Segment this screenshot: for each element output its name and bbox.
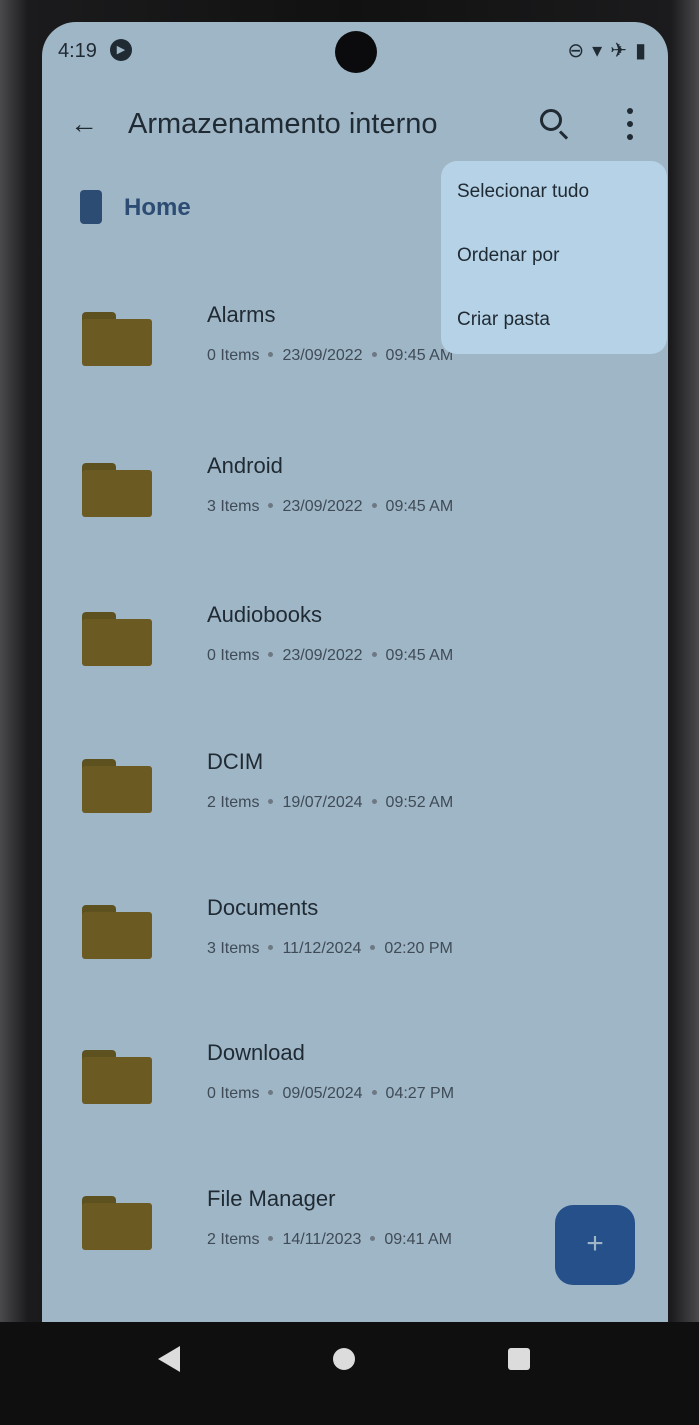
airplane-icon: ✈ — [610, 40, 635, 62]
phone-frame: 4:19 ▶ ⊖▾✈▮ ← Armazenamento interno Home… — [0, 0, 699, 1425]
more-vert-icon[interactable] — [620, 104, 640, 144]
list-item[interactable]: Android 3 Items 23/09/2022 09:45 AM — [42, 433, 668, 563]
file-date: 11/12/2024 — [282, 940, 362, 957]
file-name: Android — [207, 453, 283, 478]
nav-home-icon[interactable] — [333, 1348, 355, 1370]
file-name: Audiobooks — [207, 602, 322, 627]
file-count: 3 Items — [207, 940, 260, 957]
screen: 4:19 ▶ ⊖▾✈▮ ← Armazenamento interno Home… — [42, 22, 668, 1322]
file-date: 14/11/2023 — [282, 1231, 362, 1248]
status-icons: ⊖▾✈▮ — [567, 38, 654, 63]
file-date: 23/09/2022 — [282, 498, 363, 515]
list-item[interactable]: Download 0 Items 09/05/2024 04:27 PM — [42, 1020, 668, 1150]
file-time: 02:20 PM — [384, 940, 453, 957]
status-time: 4:19 — [58, 40, 97, 62]
folder-icon — [82, 759, 152, 813]
menu-item-sort-by[interactable]: Ordenar por — [457, 245, 559, 267]
nav-back-icon[interactable] — [158, 1344, 182, 1374]
file-time: 09:45 AM — [385, 347, 454, 364]
file-name: Alarms — [207, 302, 276, 327]
file-meta: 0 Items 23/09/2022 09:45 AM — [207, 347, 453, 365]
file-count: 0 Items — [207, 1085, 260, 1102]
file-meta: 0 Items 23/09/2022 09:45 AM — [207, 647, 453, 665]
folder-icon — [82, 612, 152, 666]
file-name: Documents — [207, 895, 319, 920]
file-meta: 3 Items 23/09/2022 09:45 AM — [207, 498, 453, 516]
file-time: 09:45 AM — [385, 647, 454, 664]
app-bar: ← Armazenamento interno — [42, 92, 668, 162]
file-meta: 2 Items 14/11/2023 09:41 AM — [207, 1231, 452, 1249]
nav-recents-icon[interactable] — [508, 1348, 530, 1370]
file-date: 23/09/2022 — [282, 647, 363, 664]
file-count: 2 Items — [207, 1231, 260, 1248]
folder-icon — [82, 905, 152, 959]
file-count: 0 Items — [207, 347, 260, 364]
dnd-icon: ⊖ — [567, 40, 593, 62]
file-meta: 3 Items 11/12/2024 02:20 PM — [207, 940, 453, 958]
file-count: 3 Items — [207, 498, 260, 515]
file-name: Download — [207, 1040, 305, 1065]
file-count: 0 Items — [207, 647, 260, 664]
file-meta: 0 Items 09/05/2024 04:27 PM — [207, 1085, 454, 1103]
battery-icon: ▮ — [634, 40, 654, 62]
play-icon: ▶ — [110, 39, 132, 61]
file-date: 23/09/2022 — [282, 347, 363, 364]
breadcrumb-home[interactable]: Home — [124, 194, 191, 222]
file-meta: 2 Items 19/07/2024 09:52 AM — [207, 794, 453, 812]
storage-icon — [80, 190, 102, 224]
folder-icon — [82, 312, 152, 366]
file-name: File Manager — [207, 1186, 336, 1211]
file-count: 2 Items — [207, 794, 260, 811]
system-nav-bar — [0, 1322, 699, 1425]
file-time: 09:41 AM — [384, 1231, 452, 1248]
folder-icon — [82, 463, 152, 517]
front-camera — [335, 31, 377, 73]
file-date: 09/05/2024 — [282, 1085, 363, 1102]
file-date: 19/07/2024 — [282, 794, 363, 811]
file-time: 09:45 AM — [385, 498, 454, 515]
overflow-menu: Selecionar tudo Ordenar por Criar pasta — [441, 161, 667, 354]
file-name: DCIM — [207, 749, 264, 774]
file-time: 04:27 PM — [385, 1085, 455, 1102]
folder-icon — [82, 1050, 152, 1104]
list-item[interactable]: Audiobooks 0 Items 23/09/2022 09:45 AM — [42, 582, 668, 712]
list-item[interactable]: Documents 3 Items 11/12/2024 02:20 PM — [42, 875, 668, 1005]
folder-icon — [82, 1196, 152, 1250]
list-item[interactable]: DCIM 2 Items 19/07/2024 09:52 AM — [42, 729, 668, 859]
page-title: Armazenamento interno — [128, 108, 438, 140]
arrow-left-icon[interactable]: ← — [66, 106, 102, 142]
file-time: 09:52 AM — [385, 794, 454, 811]
add-button[interactable]: + — [555, 1205, 635, 1285]
search-icon[interactable] — [536, 106, 572, 142]
menu-item-create-folder[interactable]: Criar pasta — [457, 309, 550, 331]
menu-item-select-all[interactable]: Selecionar tudo — [457, 181, 589, 203]
wifi-icon: ▾ — [592, 40, 611, 62]
